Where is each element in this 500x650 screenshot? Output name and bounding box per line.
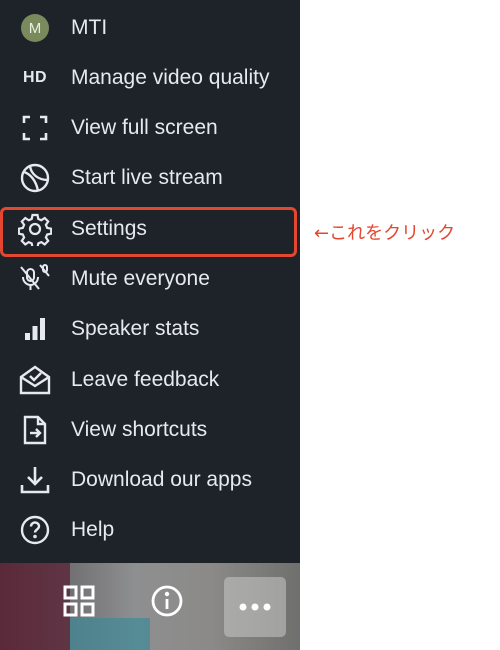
menu-item-label: Start live stream [71, 166, 223, 189]
fullscreen-icon [17, 113, 53, 143]
bar-chart-icon [17, 314, 53, 344]
menu-item-fullscreen[interactable]: View full screen [0, 103, 300, 153]
click-here-annotation: ←これをクリック [314, 223, 456, 244]
menu-item-label: Manage video quality [71, 66, 270, 89]
menu-item-label: Mute everyone [71, 267, 210, 290]
menu-item-label: Leave feedback [71, 368, 220, 391]
menu-item-feedback[interactable]: Leave feedback [0, 355, 300, 405]
menu-item-label: Download our apps [71, 468, 252, 491]
info-button[interactable] [145, 579, 189, 623]
bottom-toolbar [0, 563, 300, 650]
avatar-icon: M [17, 13, 53, 43]
avatar: M [21, 14, 49, 42]
download-icon [17, 465, 53, 495]
menu-item-label: View shortcuts [71, 418, 208, 441]
menu-item-live-stream[interactable]: Start live stream [0, 153, 300, 203]
menu-item-speaker-stats[interactable]: Speaker stats [0, 304, 300, 354]
tile-view-button[interactable] [57, 579, 101, 623]
menu-item-download-apps[interactable]: Download our apps [0, 455, 300, 505]
menu-item-video-quality[interactable]: HD Manage video quality [0, 53, 300, 103]
overflow-menu: M MTI HD Manage video quality View full … [0, 0, 300, 563]
more-actions-button[interactable] [224, 577, 286, 637]
shortcuts-icon [17, 415, 53, 445]
menu-item-label: Speaker stats [71, 317, 200, 340]
menu-item-mute-everyone[interactable]: Mute everyone [0, 254, 300, 304]
menu-item-profile[interactable]: M MTI [0, 3, 300, 53]
hd-icon: HD [22, 69, 48, 86]
mute-icon [17, 264, 53, 294]
menu-item-help[interactable]: Help [0, 505, 300, 555]
ellipsis-icon [239, 603, 271, 611]
feedback-icon [17, 365, 53, 395]
menu-item-label: View full screen [71, 116, 218, 139]
menu-item-shortcuts[interactable]: View shortcuts [0, 405, 300, 455]
grid-icon [62, 584, 96, 618]
globe-icon [17, 163, 53, 193]
info-icon [150, 584, 184, 618]
menu-item-label: Help [71, 518, 115, 541]
menu-item-label: MTI [71, 16, 108, 39]
help-icon [17, 515, 53, 545]
settings-highlight-box [0, 207, 297, 257]
